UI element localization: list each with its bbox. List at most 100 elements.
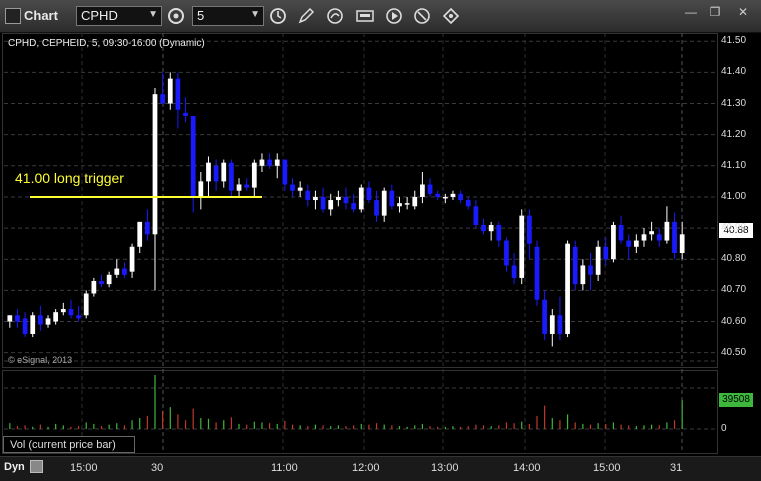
price-tick-label: 41.30 [721,97,747,109]
candle-body [588,265,593,275]
symbol-combo[interactable]: CPHD ▼ [76,6,162,26]
price-tick-label: 41.40 [721,66,747,78]
copyright-text: © eSignal, 2013 [8,355,73,365]
chevron-down-icon[interactable]: ▼ [250,9,260,20]
candle-body [144,221,150,235]
candle-body [641,234,647,241]
search-icon[interactable] [412,6,432,26]
candle-body [99,281,104,285]
candle-body [374,200,379,216]
volume-study-label[interactable]: Vol (current price bar) [3,436,135,453]
candle-body [60,309,66,313]
candle-body [137,221,143,247]
candle-body [549,315,555,334]
candle-body [213,165,219,182]
candle-body [527,215,532,244]
chevron-down-icon[interactable]: ▼ [148,9,158,20]
candle-body [427,184,433,194]
time-axis[interactable]: Dyn 15:00 30 11:00 12:00 13:00 14:00 15:00 31 [0,456,761,481]
candle-body [183,112,188,116]
price-tick-label: 40.90 [721,222,747,234]
price-tick-label: 40.60 [721,315,747,327]
candle-body [366,187,372,201]
time-tick-label: 13:00 [431,462,459,474]
symbol-value: CPHD [81,8,118,23]
candle-body [672,221,677,253]
candle-body [267,159,272,166]
time-tick-label: 15:00 [70,462,98,474]
candle-body [565,243,570,334]
candle-body [534,246,540,300]
cursor-tool-icon[interactable] [441,6,461,26]
candle-body [358,187,364,210]
candle-body [335,196,341,201]
dynamic-toggle-icon[interactable] [30,460,43,473]
candle-body [343,196,349,204]
candle-body [122,268,127,275]
candle-body [152,94,158,235]
candle-body [488,224,494,232]
candle-body [595,246,601,275]
trigger-annotation[interactable]: 41.00 long trigger [15,170,124,186]
candle-body [450,193,456,197]
candle-body [542,299,548,334]
candle-body [397,203,402,207]
time-tick-label: 30 [151,462,164,474]
refresh-icon[interactable] [325,6,345,26]
candle-body [519,215,525,278]
interval-combo[interactable]: 5 ▼ [192,6,264,26]
candle-body [244,184,250,188]
candle-body [259,159,265,166]
candle-body [282,159,288,185]
candle-body [114,268,120,275]
dynamic-mode-label[interactable]: Dyn [4,461,25,473]
ticker-icon[interactable] [355,6,375,26]
candle-body [7,315,13,322]
last-volume-badge: 39508 [719,393,753,407]
candle-body [198,181,204,197]
candle-body [442,196,448,199]
candle-body [679,234,685,253]
restore-icon[interactable]: ❐ [706,4,724,20]
candle-body [129,246,135,272]
time-tick-label: 14:00 [513,462,541,474]
close-icon[interactable]: ✕ [734,4,752,20]
time-tick-label: 31 [670,462,683,474]
candle-body [305,190,311,201]
candle-body [435,193,441,197]
draw-pencil-icon[interactable] [296,6,316,26]
candle-body [68,309,74,316]
minimize-icon[interactable]: — [682,4,700,20]
chart-window: Chart CPHD ▼ 5 ▼ — ❐ ✕ CPHD, CEPHEID, 5,… [0,0,761,481]
candle-body [53,312,59,322]
window-title: Chart [24,8,58,23]
candle-body [229,162,234,191]
candle-body [557,315,563,334]
candle-body [412,196,418,207]
candle-body [175,78,181,110]
play-icon[interactable] [384,6,404,26]
candle-body [572,246,578,285]
candle-body [328,200,334,210]
candle-body [190,115,196,197]
candle-body [313,196,318,201]
candle-body [221,162,227,182]
candle-body [91,281,97,294]
candle-body [664,221,670,241]
time-tick-label: 11:00 [271,462,298,474]
interval-settings-icon[interactable] [166,6,186,26]
candle-body [504,240,509,266]
time-template-icon[interactable] [268,6,288,26]
candle-body [511,265,517,278]
chart-legend: CPHD, CEPHEID, 5, 09:30-16:00 (Dynamic) [8,38,205,49]
candle-body [496,224,502,241]
volume-zero-label: 0 [721,423,727,434]
time-tick-label: 12:00 [352,462,380,474]
price-tick-label: 40.70 [721,284,747,296]
candle-body [38,315,43,325]
candle-body [404,203,410,205]
toolbar: Chart CPHD ▼ 5 ▼ — ❐ ✕ [0,0,761,33]
candle-body [473,206,479,225]
candle-body [251,162,257,188]
candle-body [465,200,471,207]
